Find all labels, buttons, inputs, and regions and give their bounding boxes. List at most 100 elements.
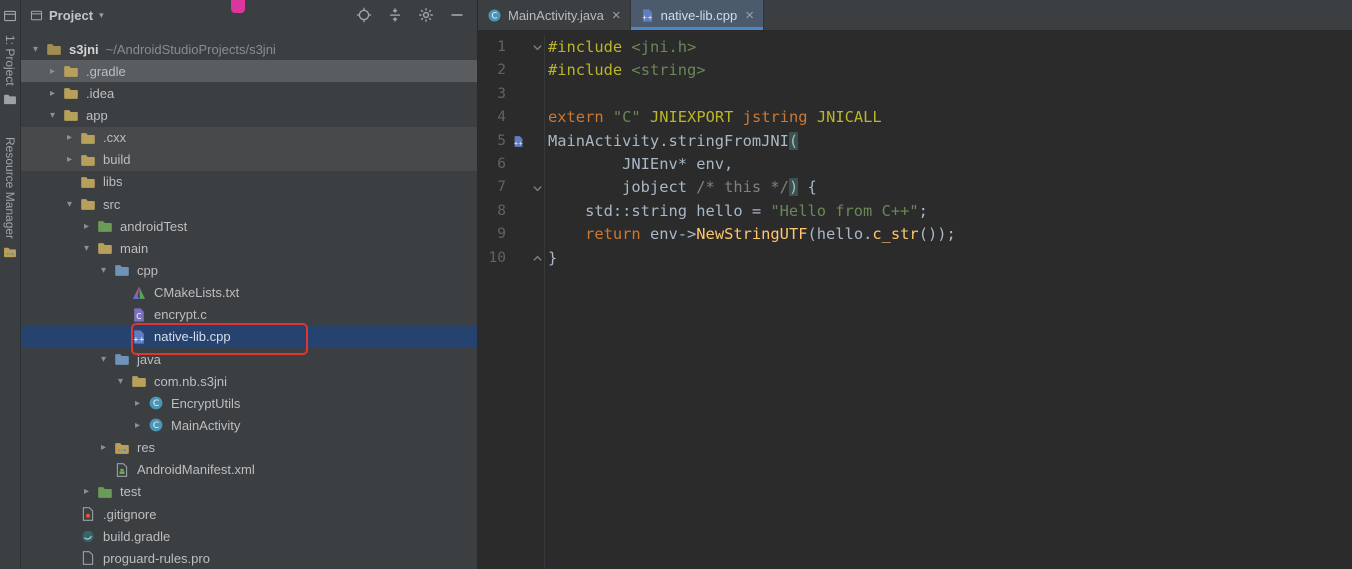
tree-item-path: ~/AndroidStudioProjects/s3jni [105,41,276,57]
code-line-9[interactable]: return env->NewStringUTF(hello.c_str()); [548,223,1352,246]
gutter-line: 4 [478,106,544,129]
tab-label: MainActivity.java [508,7,604,23]
tree-item-build[interactable]: ▸ build [21,148,477,171]
tool-window-button-resource-manager[interactable]: Resource Manager [3,137,17,239]
resource-manager-icon[interactable] [3,245,17,264]
locate-icon[interactable] [356,7,372,23]
tree-item-build-gradle[interactable]: build.gradle [21,525,477,547]
folder-icon[interactable] [3,92,17,111]
chevron-right-icon[interactable]: ▸ [61,154,78,165]
fold-marker-icon[interactable] [530,42,544,53]
chevron-right-icon[interactable]: ▸ [44,66,61,77]
tree-item-native-lib-cpp[interactable]: ++ native-lib.cpp [21,325,477,348]
folder-res-icon [112,440,132,456]
tree-item-cmakelists-txt[interactable]: CMakeLists.txt [21,282,477,304]
close-tab-icon[interactable]: × [745,8,754,23]
class-icon: C [487,8,502,23]
chevron-down-icon[interactable]: ▾ [27,44,44,55]
gutter-line: 5 ++ [478,130,544,153]
tree-item-res[interactable]: ▸ res [21,437,477,459]
android-studio-window: 1: Project Resource Manager Project ▾ ▾ s… [0,0,1352,569]
chevron-right-icon[interactable]: ▸ [95,442,112,453]
tree-item-androidmanifest-xml[interactable]: AndroidManifest.xml [21,459,477,481]
tree-item-label: .gradle [86,63,126,79]
tree-item-androidtest[interactable]: ▸ androidTest [21,215,477,237]
cpp-file-icon: ++ [640,8,655,23]
gutter-line: 2 [478,59,544,82]
chevron-right-icon[interactable]: ▸ [44,88,61,99]
chevron-right-icon[interactable]: ▸ [129,398,146,409]
tree-item-java[interactable]: ▾ java [21,348,477,370]
tree-item-idea[interactable]: ▸ .idea [21,82,477,104]
tree-item-encrypt-c[interactable]: Cencrypt.c [21,304,477,326]
code-line-2[interactable]: #include <string> [548,59,1352,82]
tree-item-libs[interactable]: libs [21,171,477,193]
code-line-7[interactable]: jobject /* this */) { [548,176,1352,199]
chevron-down-icon[interactable]: ▾ [61,199,78,210]
cmake-icon [129,285,149,301]
tree-item-cpp[interactable]: ▾ cpp [21,259,477,281]
chevron-right-icon[interactable]: ▸ [129,420,146,431]
tree-item-label: app [86,107,108,123]
editor-tab-native-lib-cpp[interactable]: ++ native-lib.cpp × [630,0,764,30]
tool-window-button-project[interactable]: 1: Project [3,35,17,86]
code-line-10[interactable]: } [548,247,1352,270]
tree-item-cxx[interactable]: ▸ .cxx [21,126,477,149]
tree-item-test[interactable]: ▸ test [21,481,477,503]
tree-item-app[interactable]: ▾ app [21,104,477,126]
tree-item-label: .idea [86,85,115,101]
line-number: 5 [497,132,506,149]
tree-item-proguard-rules-pro[interactable]: proguard-rules.pro [21,547,477,569]
gitignore-icon [78,506,98,522]
project-view-dropdown[interactable]: Project [49,8,93,23]
tree-item-main[interactable]: ▾ main [21,237,477,259]
chevron-down-icon[interactable]: ▾ [99,10,104,21]
folder-icon [61,85,81,101]
chevron-down-icon[interactable]: ▾ [44,110,61,121]
close-tab-icon[interactable]: × [612,8,621,23]
tree-item-label: java [137,351,161,367]
svg-text:C: C [136,312,141,321]
editor-tab-mainactivity-java[interactable]: C MainActivity.java × [478,0,631,30]
tree-item-mainactivity[interactable]: ▸ C MainActivity [21,414,477,436]
tree-item-label: native-lib.cpp [154,329,231,345]
code-line-1[interactable]: #include <jni.h> [548,36,1352,59]
code-area[interactable]: #include <jni.h> #include <string> extern … [545,36,1352,569]
tree-item-com-nb-s3jni[interactable]: ▾ com.nb.s3jni [21,370,477,392]
tree-item-label: com.nb.s3jni [154,373,227,389]
folder-source-icon [112,351,132,367]
tree-item-label: src [103,196,121,212]
left-tool-window-bar: 1: Project Resource Manager [0,0,21,569]
chevron-right-icon[interactable]: ▸ [78,221,95,232]
tree-item-src[interactable]: ▾ src [21,193,477,215]
editor-gutter: 1 2 3 4 5 ++ 6 7 8 9 10 [478,36,545,569]
code-line-3[interactable] [548,83,1352,106]
chevron-right-icon[interactable]: ▸ [61,132,78,143]
line-number: 3 [497,85,506,102]
window-icon [3,9,17,28]
chevron-down-icon[interactable]: ▾ [95,265,112,276]
gutter-line: 9 [478,223,544,246]
code-line-8[interactable]: std::string hello = "Hello from C++"; [548,200,1352,223]
hide-icon[interactable] [449,7,465,23]
class-icon: C [146,417,166,433]
chevron-down-icon[interactable]: ▾ [78,243,95,254]
fold-marker-icon[interactable] [530,253,544,264]
code-line-4[interactable]: extern "C" JNIEXPORT jstring JNICALL [548,106,1352,129]
chevron-right-icon[interactable]: ▸ [78,486,95,497]
svg-text:C: C [153,400,159,410]
editor-tab-bar: C MainActivity.java × ++ native-lib.cpp × [478,0,1352,30]
tree-item-gitignore[interactable]: .gitignore [21,503,477,525]
code-line-5[interactable]: MainActivity.stringFromJNI( [548,130,1352,153]
collapse-all-icon[interactable] [387,7,403,23]
tree-item-gradle[interactable]: ▸ .gradle [21,60,477,83]
chevron-down-icon[interactable]: ▾ [95,354,112,365]
chevron-down-icon[interactable]: ▾ [112,376,129,387]
tree-item-s3jni[interactable]: ▾ s3jni ~/AndroidStudioProjects/s3jni [21,38,477,60]
fold-marker-icon[interactable] [530,183,544,194]
related-symbol-icon[interactable]: ++ [506,135,530,148]
code-line-6[interactable]: JNIEnv* env, [548,153,1352,176]
settings-icon[interactable] [418,7,434,23]
gutter-line: 10 [478,247,544,270]
tree-item-encryptutils[interactable]: ▸ C EncryptUtils [21,392,477,414]
